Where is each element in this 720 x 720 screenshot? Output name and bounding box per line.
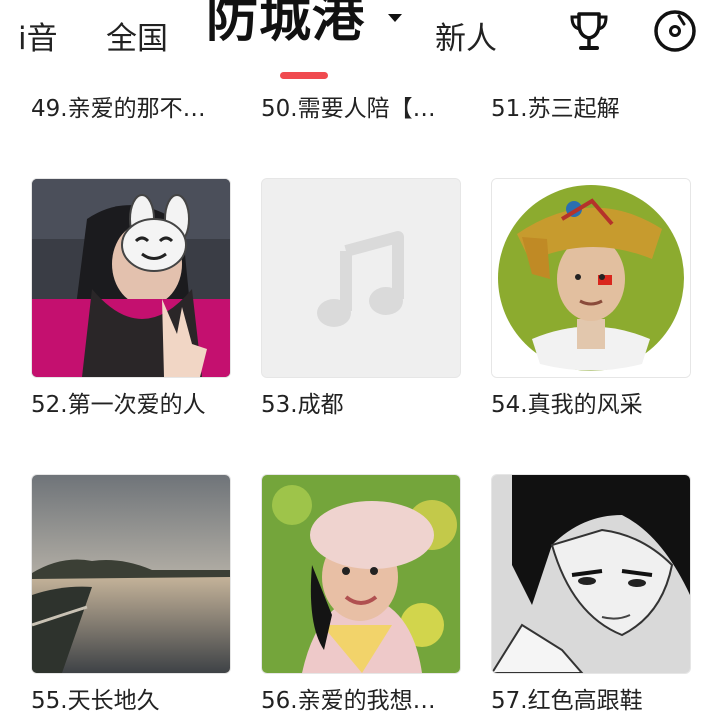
song-cover-image[interactable] — [261, 178, 461, 378]
record-disc-icon[interactable] — [652, 8, 698, 54]
trophy-icon[interactable] — [566, 8, 612, 54]
song-cover-image[interactable] — [31, 178, 231, 378]
song-title: 54.真我的风采 — [491, 392, 643, 418]
song-title: 56.亲爱的我想… — [261, 688, 436, 714]
song-cover-image[interactable] — [261, 474, 461, 674]
song-cover-image[interactable] — [31, 474, 231, 674]
active-tab-indicator — [280, 72, 328, 79]
top-nav-bar: i音 全国 防城港 新人 — [0, 0, 720, 84]
song-title: 57.红色高跟鞋 — [491, 688, 643, 714]
song-title: 52.第一次爱的人 — [31, 392, 206, 418]
song-cover-image[interactable] — [491, 178, 691, 378]
tab-newcomer[interactable]: 新人 — [435, 14, 497, 64]
song-title: 53.成都 — [261, 392, 344, 418]
song-title: 51.苏三起解 — [491, 96, 620, 122]
song-title: 55.天长地久 — [31, 688, 160, 714]
song-cover-image[interactable] — [491, 474, 691, 674]
chevron-down-icon[interactable] — [388, 14, 402, 22]
song-title: 50.需要人陪【… — [261, 96, 436, 122]
song-grid: 49.亲爱的那不… 50.需要人陪【… 51.苏三起解 52.第一次爱的人 53… — [0, 0, 720, 720]
tab-city-selected[interactable]: 防城港 — [206, 0, 365, 45]
tab-nationwide[interactable]: 全国 — [106, 14, 168, 64]
music-note-icon — [262, 179, 460, 377]
song-title: 49.亲爱的那不… — [31, 96, 206, 122]
tab-i-music[interactable]: i音 — [18, 14, 68, 64]
